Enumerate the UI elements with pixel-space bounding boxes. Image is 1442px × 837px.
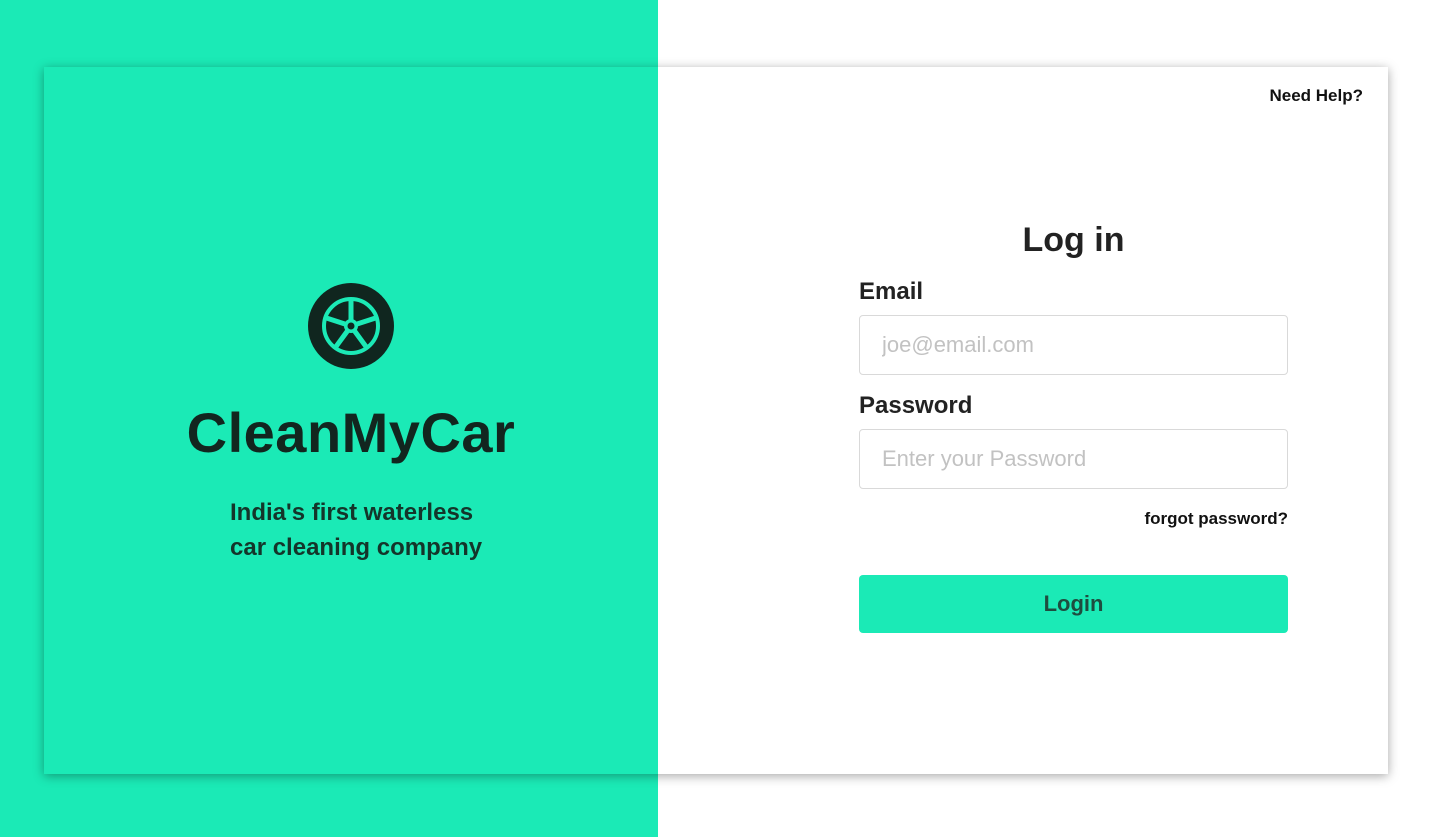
login-button[interactable]: Login	[859, 575, 1288, 633]
tagline-line-2: car cleaning company	[230, 534, 483, 561]
login-card: CleanMyCar India's first waterless car c…	[44, 67, 1388, 774]
login-form: Log in Email Password forgot password? L…	[859, 219, 1288, 633]
login-page: CleanMyCar India's first waterless car c…	[0, 0, 1442, 837]
email-input[interactable]	[859, 315, 1288, 375]
password-input[interactable]	[859, 429, 1288, 489]
form-title: Log in	[1022, 221, 1125, 259]
brand-name: CleanMyCar	[186, 401, 516, 464]
email-label: Email	[859, 278, 924, 305]
form-panel: Need Help? Log in Email Password forgot …	[658, 67, 1388, 774]
password-label: Password	[859, 392, 973, 419]
brand-panel: CleanMyCar India's first waterless car c…	[44, 67, 658, 774]
need-help-link[interactable]: Need Help?	[1269, 86, 1363, 106]
tagline-line-1: India's first waterless	[230, 499, 474, 526]
forgot-password-link[interactable]: forgot password?	[859, 509, 1288, 529]
brand-tagline: India's first waterless car cleaning com…	[230, 495, 483, 565]
car-wheel-icon	[308, 283, 394, 369]
